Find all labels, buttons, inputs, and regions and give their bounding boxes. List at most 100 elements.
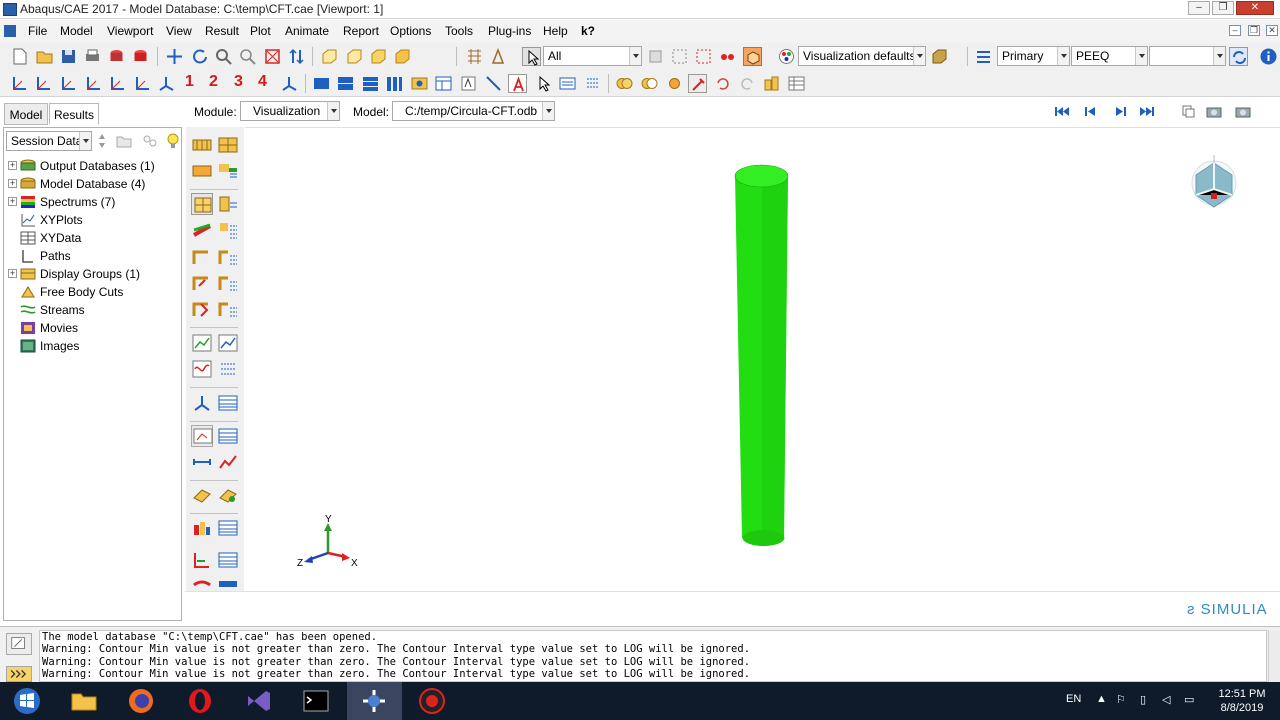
viewport-annotations-icon[interactable] bbox=[410, 74, 429, 93]
expand-icon[interactable]: + bbox=[8, 161, 17, 170]
next-frame-icon[interactable] bbox=[1112, 105, 1128, 118]
report-field-icon[interactable] bbox=[191, 577, 213, 591]
view-zx-icon[interactable] bbox=[84, 74, 103, 93]
animation-options-icon[interactable] bbox=[217, 358, 239, 380]
tree-item-movies[interactable]: Movies bbox=[4, 319, 181, 337]
view-cut-options-icon[interactable] bbox=[217, 517, 239, 539]
path-plot-icon[interactable] bbox=[217, 451, 239, 473]
viewport-vertical-icon[interactable] bbox=[385, 74, 404, 93]
box-zoom-icon[interactable] bbox=[238, 47, 257, 66]
session-data-dropdown[interactable]: Session Data bbox=[6, 131, 92, 151]
stream-manager-icon[interactable] bbox=[217, 549, 239, 571]
visual-studio-taskbar-icon[interactable] bbox=[231, 682, 286, 720]
viewport-cascade-icon[interactable] bbox=[336, 74, 355, 93]
stream-create-icon[interactable] bbox=[191, 549, 213, 571]
menu-plugins[interactable]: Plug-ins bbox=[488, 24, 531, 38]
language-indicator[interactable]: EN bbox=[1066, 693, 1081, 705]
menu-help[interactable]: Help bbox=[543, 24, 568, 38]
material-orientation-options-icon[interactable] bbox=[217, 272, 239, 294]
lightbulb-icon[interactable] bbox=[166, 132, 180, 150]
xy-plot-create-icon[interactable] bbox=[191, 425, 213, 447]
print-screen-camera-icon[interactable] bbox=[1235, 105, 1257, 118]
command-prompt-taskbar-icon[interactable] bbox=[289, 682, 344, 720]
display-group-icon[interactable] bbox=[665, 74, 684, 93]
xy-data-manager-icon[interactable] bbox=[217, 392, 239, 414]
pan-icon[interactable] bbox=[165, 47, 184, 66]
tree-item-spectrums[interactable]: + Spectrums (7) bbox=[4, 193, 181, 211]
render-style-icon[interactable] bbox=[743, 47, 762, 66]
view-yx-icon[interactable] bbox=[34, 74, 53, 93]
view-yz-icon[interactable] bbox=[108, 74, 127, 93]
notes-icon[interactable]: ▯ bbox=[1140, 693, 1146, 706]
expand-icon[interactable]: + bbox=[8, 179, 17, 188]
field-variable-dropdown[interactable]: PEEQ bbox=[1071, 46, 1148, 66]
viewport-horizontal-icon[interactable] bbox=[361, 74, 380, 93]
animate-time-history-icon[interactable] bbox=[217, 332, 239, 354]
menu-report[interactable]: Report bbox=[343, 24, 379, 38]
animate-scale-factor-icon[interactable] bbox=[191, 332, 213, 354]
query-tool-icon[interactable] bbox=[688, 74, 707, 93]
menu-plot[interactable]: Plot bbox=[250, 24, 271, 38]
selection-options-icon[interactable] bbox=[646, 47, 665, 66]
select-cursor-icon[interactable] bbox=[522, 47, 541, 66]
multiple-plot-options-icon[interactable] bbox=[217, 298, 239, 320]
print-icon[interactable] bbox=[83, 47, 102, 66]
menu-model[interactable]: Model bbox=[60, 24, 93, 38]
view-xz-icon[interactable] bbox=[59, 74, 78, 93]
xy-plot-manager-icon[interactable] bbox=[217, 425, 239, 447]
open-odb-icon[interactable] bbox=[107, 47, 126, 66]
menu-viewport[interactable]: Viewport bbox=[107, 24, 153, 38]
pointer-icon[interactable] bbox=[534, 74, 553, 93]
up-down-arrows-icon[interactable] bbox=[98, 133, 106, 149]
top-view-icon[interactable] bbox=[369, 47, 388, 66]
kernel-command-line-button[interactable] bbox=[6, 666, 32, 682]
tree-item-free-body-cuts[interactable]: Free Body Cuts bbox=[4, 283, 181, 301]
info-icon[interactable] bbox=[1259, 47, 1278, 66]
tree-item-output-databases[interactable]: + Output Databases (1) bbox=[4, 157, 181, 175]
mdi-close-icon[interactable]: ✕ bbox=[1266, 25, 1278, 36]
volume-icon[interactable]: ◁ bbox=[1162, 693, 1170, 706]
minimize-button[interactable]: – bbox=[1188, 1, 1210, 15]
plot-contours-deformed-icon[interactable] bbox=[217, 193, 239, 215]
viewport-layout-icon[interactable] bbox=[434, 74, 453, 93]
firefox-taskbar-icon[interactable] bbox=[114, 682, 169, 720]
context-help-button[interactable]: k? bbox=[581, 24, 595, 38]
menu-animate[interactable]: Animate bbox=[285, 24, 329, 38]
plot-undeformed-icon[interactable] bbox=[191, 134, 213, 156]
view-4-button[interactable]: 4 bbox=[258, 73, 267, 91]
database-icon[interactable] bbox=[131, 47, 150, 66]
view-zy-icon[interactable] bbox=[133, 74, 152, 93]
expand-icon[interactable]: + bbox=[8, 269, 17, 278]
field-output-icon[interactable] bbox=[974, 47, 993, 66]
tree-item-paths[interactable]: Paths bbox=[4, 247, 181, 265]
magnify-icon[interactable] bbox=[214, 47, 233, 66]
view-cube-icon[interactable] bbox=[1191, 155, 1237, 208]
view-1-button[interactable]: 1 bbox=[185, 73, 194, 91]
select-box-icon[interactable] bbox=[694, 47, 713, 66]
arrow-annotation-icon[interactable] bbox=[484, 74, 503, 93]
contour-options-icon[interactable] bbox=[217, 160, 239, 182]
undo-view-icon[interactable] bbox=[713, 74, 732, 93]
open-folder-icon[interactable] bbox=[35, 47, 54, 66]
filter-icon[interactable] bbox=[142, 134, 158, 148]
rotate-icon[interactable] bbox=[190, 47, 209, 66]
view-triad-icon[interactable] bbox=[280, 74, 299, 93]
tree-item-streams[interactable]: Streams bbox=[4, 301, 181, 319]
create-display-group-icon[interactable] bbox=[191, 484, 213, 506]
annotation-manager-icon[interactable] bbox=[558, 74, 577, 93]
tree-item-model-database[interactable]: + Model Database (4) bbox=[4, 175, 181, 193]
front-view-icon[interactable] bbox=[345, 47, 364, 66]
datum-icon[interactable] bbox=[489, 47, 508, 66]
select-region-icon[interactable] bbox=[670, 47, 689, 66]
menu-tools[interactable]: Tools bbox=[445, 24, 473, 38]
view-xy-icon[interactable] bbox=[10, 74, 29, 93]
plot-symbols-icon[interactable] bbox=[191, 246, 213, 268]
report-options-icon[interactable] bbox=[217, 577, 239, 591]
symbol-options-icon[interactable] bbox=[217, 246, 239, 268]
cft-column-model[interactable] bbox=[734, 164, 789, 546]
plot-contour-colored-icon[interactable] bbox=[191, 219, 213, 241]
select-polygon-icon[interactable] bbox=[718, 47, 737, 66]
redo-view-icon[interactable] bbox=[738, 74, 757, 93]
auto-fit-icon[interactable] bbox=[263, 47, 282, 66]
tab-results[interactable]: Results bbox=[49, 103, 99, 125]
